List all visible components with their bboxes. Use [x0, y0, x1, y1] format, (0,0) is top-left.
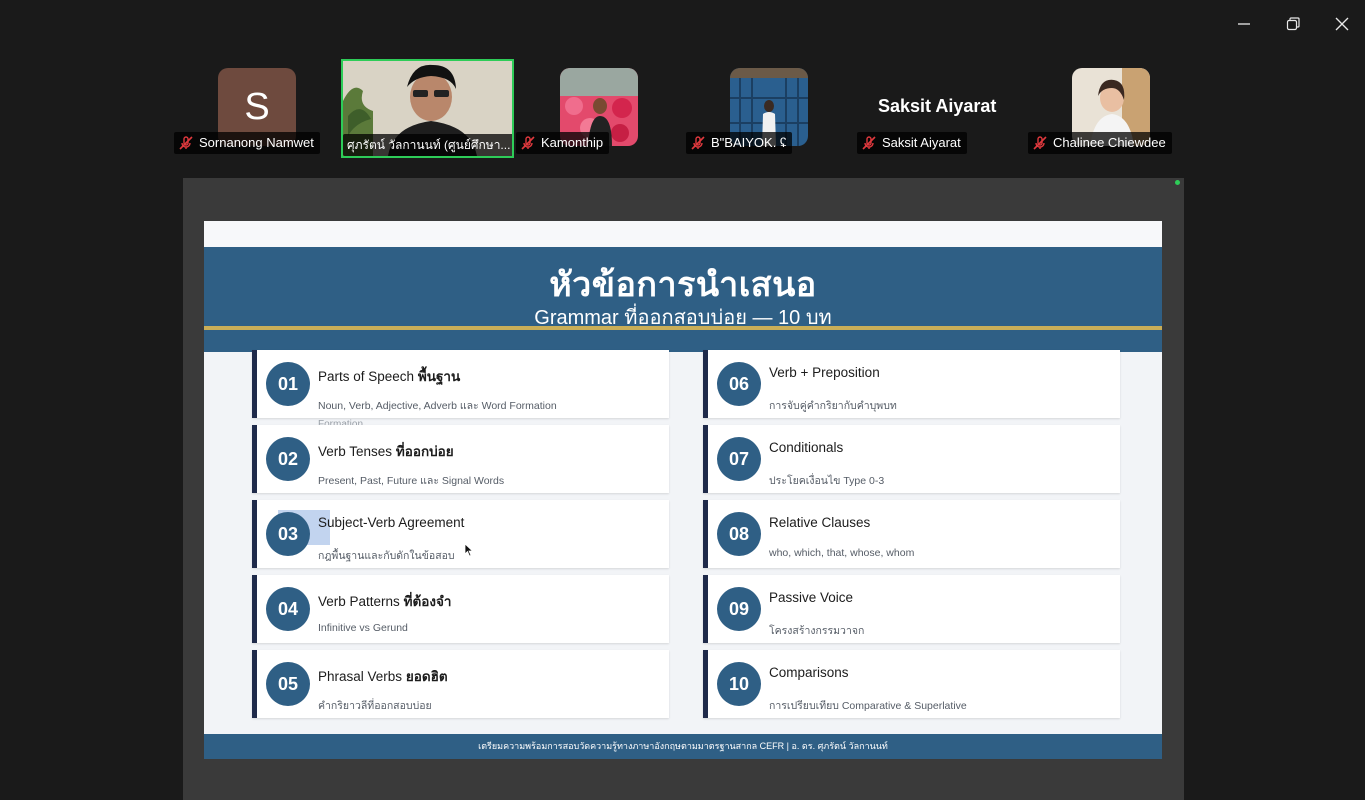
- topic-title: Verb Tenses ที่ออกบ่อย: [318, 444, 454, 459]
- minimize-icon: [1238, 23, 1250, 25]
- topic-description: คำกริยาวลีที่ออกสอบบ่อย: [318, 700, 432, 712]
- mic-muted-icon: [1033, 136, 1047, 150]
- mouse-cursor-icon: [464, 543, 474, 557]
- topic-number: 01: [266, 362, 310, 406]
- participant-tile[interactable]: Kamonthip: [516, 68, 646, 156]
- topic-card: 05 Phrasal Verbs ยอดฮิต คำกริยาวลีที่ออก…: [252, 650, 669, 718]
- participant-name: Sornanong Namwet: [199, 135, 314, 150]
- minimize-button[interactable]: [1227, 8, 1261, 40]
- topic-number: 10: [717, 662, 761, 706]
- restore-button[interactable]: [1276, 8, 1310, 40]
- topic-description: Noun, Verb, Adjective, Adverb และ Word F…: [318, 400, 557, 412]
- participant-name-tag: B"BAIYOK. ʢ: [686, 132, 793, 154]
- topic-number: 02: [266, 437, 310, 481]
- participant-name-tag: Chalinee Chiewdee: [1028, 132, 1172, 154]
- mic-muted-icon: [179, 136, 193, 150]
- participant-name-tag: Kamonthip: [516, 132, 610, 154]
- topic-title: Verb Patterns ที่ต้องจำ: [318, 594, 452, 609]
- topic-number: 09: [717, 587, 761, 631]
- topic-number: 08: [717, 512, 761, 556]
- topic-description: โครงสร้างกรรมวาจก: [769, 625, 865, 637]
- topic-description: Present, Past, Future และ Signal Words: [318, 475, 505, 487]
- topic-title: Relative Clauses: [769, 515, 871, 530]
- topic-card: 03 Subject-Verb Agreement กฎพื้นฐานและกั…: [252, 500, 669, 568]
- mic-muted-icon: [862, 136, 876, 150]
- topic-card: 01 Parts of Speech พื้นฐาน Noun, Verb, A…: [252, 350, 669, 426]
- topic-card: 09 Passive Voice โครงสร้างกรรมวาจก: [703, 575, 1120, 643]
- participant-name-tag: Sornanong Namwet: [174, 132, 320, 154]
- participant-tile[interactable]: Chalinee Chiewdee: [1028, 68, 1178, 156]
- participant-name: B"BAIYOK. ʢ: [711, 135, 787, 150]
- slide-top-strip: [204, 221, 1162, 247]
- topic-number: 04: [266, 587, 310, 631]
- topic-card: 10 Comparisons การเปรียบเทียบ Comparativ…: [703, 650, 1120, 718]
- slide-subtitle: Grammar ที่ออกสอบบ่อย — 10 บท: [534, 307, 832, 329]
- topic-description: การเปรียบเทียบ Comparative & Superlative: [769, 700, 967, 712]
- participant-tile[interactable]: S Sornanong Namwet: [174, 68, 324, 156]
- topic-title: Verb + Preposition: [769, 365, 880, 380]
- active-speaker-video[interactable]: ศุภรัตน์ วัลกานนท์ (ศูนย์ศึกษา...: [341, 59, 514, 158]
- topic-card: 08 Relative Clauses who, which, that, wh…: [703, 500, 1120, 568]
- topic-description: Infinitive vs Gerund: [318, 622, 408, 634]
- participant-tile[interactable]: B"BAIYOK. ʢ: [686, 68, 816, 156]
- close-button[interactable]: [1325, 8, 1359, 40]
- slide-footer: เตรียมความพร้อมการสอบวัดความรู้ทางภาษาอั…: [204, 734, 1162, 759]
- presentation-slide: หัวข้อการนำเสนอ Grammar ที่ออกสอบบ่อย — …: [204, 221, 1162, 759]
- topic-number: 05: [266, 662, 310, 706]
- participant-tile[interactable]: Saksit Aiyarat Saksit Aiyarat: [857, 68, 1017, 156]
- topic-title: Comparisons: [769, 665, 849, 680]
- topic-card: 07 Conditionals ประโยคเงื่อนไข Type 0-3: [703, 425, 1120, 493]
- topic-description: การจับคู่คำกริยากับคำบุพบท: [769, 400, 897, 412]
- topic-number: 03: [266, 512, 310, 556]
- participant-name: ศุภรัตน์ วัลกานนท์ (ศูนย์ศึกษา...: [347, 138, 511, 152]
- topic-number: 07: [717, 437, 761, 481]
- participant-display-name: Saksit Aiyarat: [878, 96, 997, 116]
- slide-header-band: [204, 330, 1162, 352]
- sharing-indicator: [1175, 180, 1180, 185]
- close-icon: [1335, 17, 1349, 31]
- mic-muted-icon: [691, 136, 705, 150]
- topic-title: Passive Voice: [769, 590, 854, 605]
- topic-title: Phrasal Verbs ยอดฮิต: [318, 669, 448, 684]
- topic-title: Conditionals: [769, 440, 844, 455]
- participant-name-tag: Saksit Aiyarat: [857, 132, 967, 154]
- topic-title: Parts of Speech พื้นฐาน: [318, 369, 461, 384]
- restore-icon: [1286, 17, 1300, 31]
- topic-description: who, which, that, whose, whom: [769, 547, 915, 559]
- topic-description: กฎพื้นฐานและกับดักในข้อสอบ: [318, 550, 455, 562]
- topic-card: 06 Verb + Preposition การจับคู่คำกริยากั…: [703, 350, 1120, 418]
- participant-name-tag: ศุภรัตน์ วัลกานนท์ (ศูนย์ศึกษา...: [343, 134, 512, 156]
- topic-card: 04 Verb Patterns ที่ต้องจำ Infinitive vs…: [252, 575, 669, 643]
- participant-name: Chalinee Chiewdee: [1053, 135, 1166, 150]
- topic-number: 06: [717, 362, 761, 406]
- participant-name: Kamonthip: [541, 135, 604, 150]
- topic-description: ประโยคเงื่อนไข Type 0-3: [769, 475, 885, 487]
- mic-muted-icon: [521, 136, 535, 150]
- topic-title: Subject-Verb Agreement: [318, 515, 465, 530]
- topic-card: 02 Verb Tenses ที่ออกบ่อย Present, Past,…: [252, 425, 669, 493]
- participant-name: Saksit Aiyarat: [882, 135, 961, 150]
